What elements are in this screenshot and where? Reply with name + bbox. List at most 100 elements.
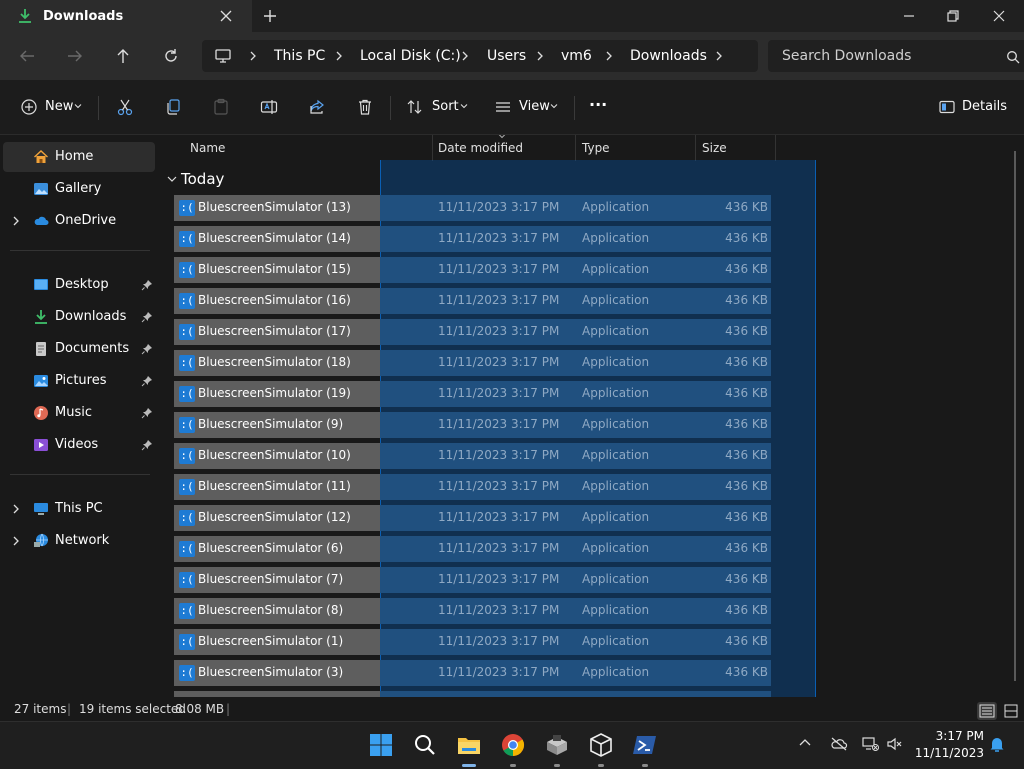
file-name[interactable]: BluescreenSimulator (13) — [198, 200, 351, 214]
column-header-name[interactable]: Name — [160, 135, 432, 161]
chevron-right-icon[interactable] — [534, 50, 546, 62]
table-row[interactable]: :(BluescreenSimulator (6) 11/11/2023 3:17… — [174, 536, 771, 562]
table-row[interactable]: :(BluescreenSimulator (11) 11/11/2023 3:1… — [174, 474, 771, 500]
up-arrow-icon[interactable] — [114, 47, 132, 65]
chevron-right-icon[interactable] — [11, 535, 21, 547]
table-row[interactable]: :(BluescreenSimulator (7) 11/11/2023 3:17… — [174, 567, 771, 593]
table-row[interactable]: :(BluescreenSimulator (16) 11/11/2023 3:1… — [174, 288, 771, 314]
sidebar-item-gallery[interactable]: Gallery — [3, 174, 155, 204]
file-name[interactable]: BluescreenSimulator (1) — [198, 634, 343, 648]
file-name[interactable]: BluescreenSimulator (9) — [198, 417, 343, 431]
file-name[interactable]: BluescreenSimulator (8) — [198, 603, 343, 617]
paste-icon[interactable] — [212, 98, 230, 116]
rename-icon[interactable] — [260, 98, 278, 116]
breadcrumb-users[interactable]: Users — [487, 48, 526, 64]
minimize-icon[interactable] — [900, 7, 918, 25]
file-name[interactable]: BluescreenSimulator (15) — [198, 262, 351, 276]
breadcrumb-downloads[interactable]: Downloads — [630, 48, 707, 64]
pin-icon[interactable] — [141, 439, 153, 451]
pin-icon[interactable] — [141, 311, 153, 323]
forward-arrow-icon[interactable] — [66, 47, 84, 65]
vertical-scrollbar[interactable] — [1014, 151, 1016, 681]
breadcrumb-vm6[interactable]: vm6 — [561, 48, 592, 64]
file-name[interactable]: BluescreenSimulator (19) — [198, 386, 351, 400]
column-divider[interactable] — [775, 135, 776, 161]
column-header-type[interactable]: Type — [576, 135, 696, 161]
copy-icon[interactable] — [164, 98, 182, 116]
search-icon[interactable] — [412, 732, 438, 758]
table-row[interactable]: :(BluescreenSimulator (18) 11/11/2023 3:1… — [174, 350, 771, 376]
cube-app-icon[interactable] — [588, 732, 614, 767]
delete-icon[interactable] — [356, 98, 374, 116]
pin-icon[interactable] — [141, 407, 153, 419]
file-name[interactable]: BluescreenSimulator (11) — [198, 479, 351, 493]
search-icon[interactable] — [1006, 50, 1020, 64]
file-name[interactable]: BluescreenSimulator (18) — [198, 355, 351, 369]
notification-bell-icon[interactable] — [988, 735, 1006, 753]
windows-start-icon[interactable] — [368, 732, 394, 758]
chevron-right-icon[interactable] — [333, 50, 345, 62]
sidebar-item-videos[interactable]: Videos — [3, 430, 155, 460]
chrome-icon[interactable] — [500, 732, 526, 767]
table-row[interactable]: :(BluescreenSimulator (13) 11/11/2023 3:1… — [174, 195, 771, 221]
pin-icon[interactable] — [141, 279, 153, 291]
address-bar[interactable]: This PC Local Disk (C:) Users vm6 Downlo… — [202, 40, 758, 72]
search-input[interactable]: Search Downloads — [782, 48, 911, 64]
tiles-view-icon[interactable] — [1001, 702, 1021, 720]
table-row[interactable]: :(BluescreenSimulator (15) 11/11/2023 3:1… — [174, 257, 771, 283]
restore-icon[interactable] — [944, 7, 962, 25]
file-name[interactable]: BluescreenSimulator (10) — [198, 448, 351, 462]
sidebar-item-onedrive[interactable]: OneDrive — [3, 206, 155, 236]
table-row[interactable]: :(BluescreenSimulator (1) 11/11/2023 3:17… — [174, 629, 771, 655]
cut-icon[interactable] — [116, 98, 134, 116]
search-box[interactable]: Search Downloads — [768, 40, 1024, 72]
close-tab-icon[interactable] — [218, 8, 234, 24]
column-header-date[interactable]: Date modified — [432, 135, 576, 161]
file-explorer-icon[interactable] — [456, 732, 482, 767]
chevron-right-icon[interactable] — [713, 50, 725, 62]
chevron-right-icon[interactable] — [11, 503, 21, 515]
file-name[interactable]: BluescreenSimulator (16) — [198, 293, 351, 307]
system-clock[interactable]: 3:17 PM 11/11/2023 — [900, 728, 984, 762]
breadcrumb-local-disk[interactable]: Local Disk (C:) — [360, 48, 461, 64]
column-header-size[interactable]: Size — [696, 135, 776, 161]
pin-icon[interactable] — [141, 375, 153, 387]
chevron-right-icon[interactable] — [459, 50, 471, 62]
table-row[interactable]: :(BluescreenSimulator (12) 11/11/2023 3:1… — [174, 505, 771, 531]
pin-icon[interactable] — [141, 343, 153, 355]
sidebar-item-downloads[interactable]: Downloads — [3, 302, 155, 332]
new-tab-icon[interactable] — [262, 8, 278, 24]
table-row[interactable]: :(BluescreenSimulator (14) 11/11/2023 3:1… — [174, 226, 771, 252]
breadcrumb-this-pc[interactable]: This PC — [274, 48, 325, 64]
tab-downloads[interactable]: Downloads — [0, 0, 252, 32]
table-row[interactable]: :(BluescreenSimulator (19) 11/11/2023 3:1… — [174, 381, 771, 407]
file-name[interactable]: BluescreenSimulator (6) — [198, 541, 343, 555]
details-view-icon[interactable] — [977, 702, 997, 720]
sidebar-item-music[interactable]: Music — [3, 398, 155, 428]
app-package-icon[interactable] — [544, 732, 570, 767]
refresh-icon[interactable] — [162, 47, 180, 65]
back-arrow-icon[interactable] — [18, 47, 36, 65]
table-row[interactable]: :(BluescreenSimulator (17) 11/11/2023 3:1… — [174, 319, 771, 345]
chevron-right-icon[interactable] — [603, 50, 615, 62]
file-name[interactable]: BluescreenSimulator (14) — [198, 231, 351, 245]
file-name[interactable]: BluescreenSimulator (7) — [198, 572, 343, 586]
sidebar-item-pictures[interactable]: Pictures — [3, 366, 155, 396]
sidebar-item-this-pc[interactable]: This PC — [3, 494, 155, 524]
network-status-icon[interactable] — [861, 736, 879, 752]
file-name[interactable]: BluescreenSimulator (12) — [198, 510, 351, 524]
share-icon[interactable] — [308, 98, 326, 116]
chevron-right-icon[interactable] — [11, 215, 21, 227]
chevron-right-icon[interactable] — [247, 50, 259, 62]
sidebar-item-home[interactable]: Home — [3, 142, 155, 172]
table-row[interactable]: :(BluescreenSimulator (8) 11/11/2023 3:17… — [174, 598, 771, 624]
table-row[interactable]: :(BluescreenSimulator (9) 11/11/2023 3:17… — [174, 412, 771, 438]
close-window-icon[interactable] — [990, 7, 1008, 25]
chevron-up-icon[interactable] — [798, 736, 812, 750]
file-name[interactable]: BluescreenSimulator (17) — [198, 324, 351, 338]
sidebar-item-network[interactable]: Network — [3, 526, 155, 556]
chevron-down-icon[interactable] — [166, 174, 178, 184]
more-options-button[interactable]: ··· — [589, 95, 607, 114]
table-row[interactable]: :(BluescreenSimulator (10) 11/11/2023 3:1… — [174, 443, 771, 469]
table-row[interactable]: :(BluescreenSimulator (3) 11/11/2023 3:17… — [174, 660, 771, 686]
